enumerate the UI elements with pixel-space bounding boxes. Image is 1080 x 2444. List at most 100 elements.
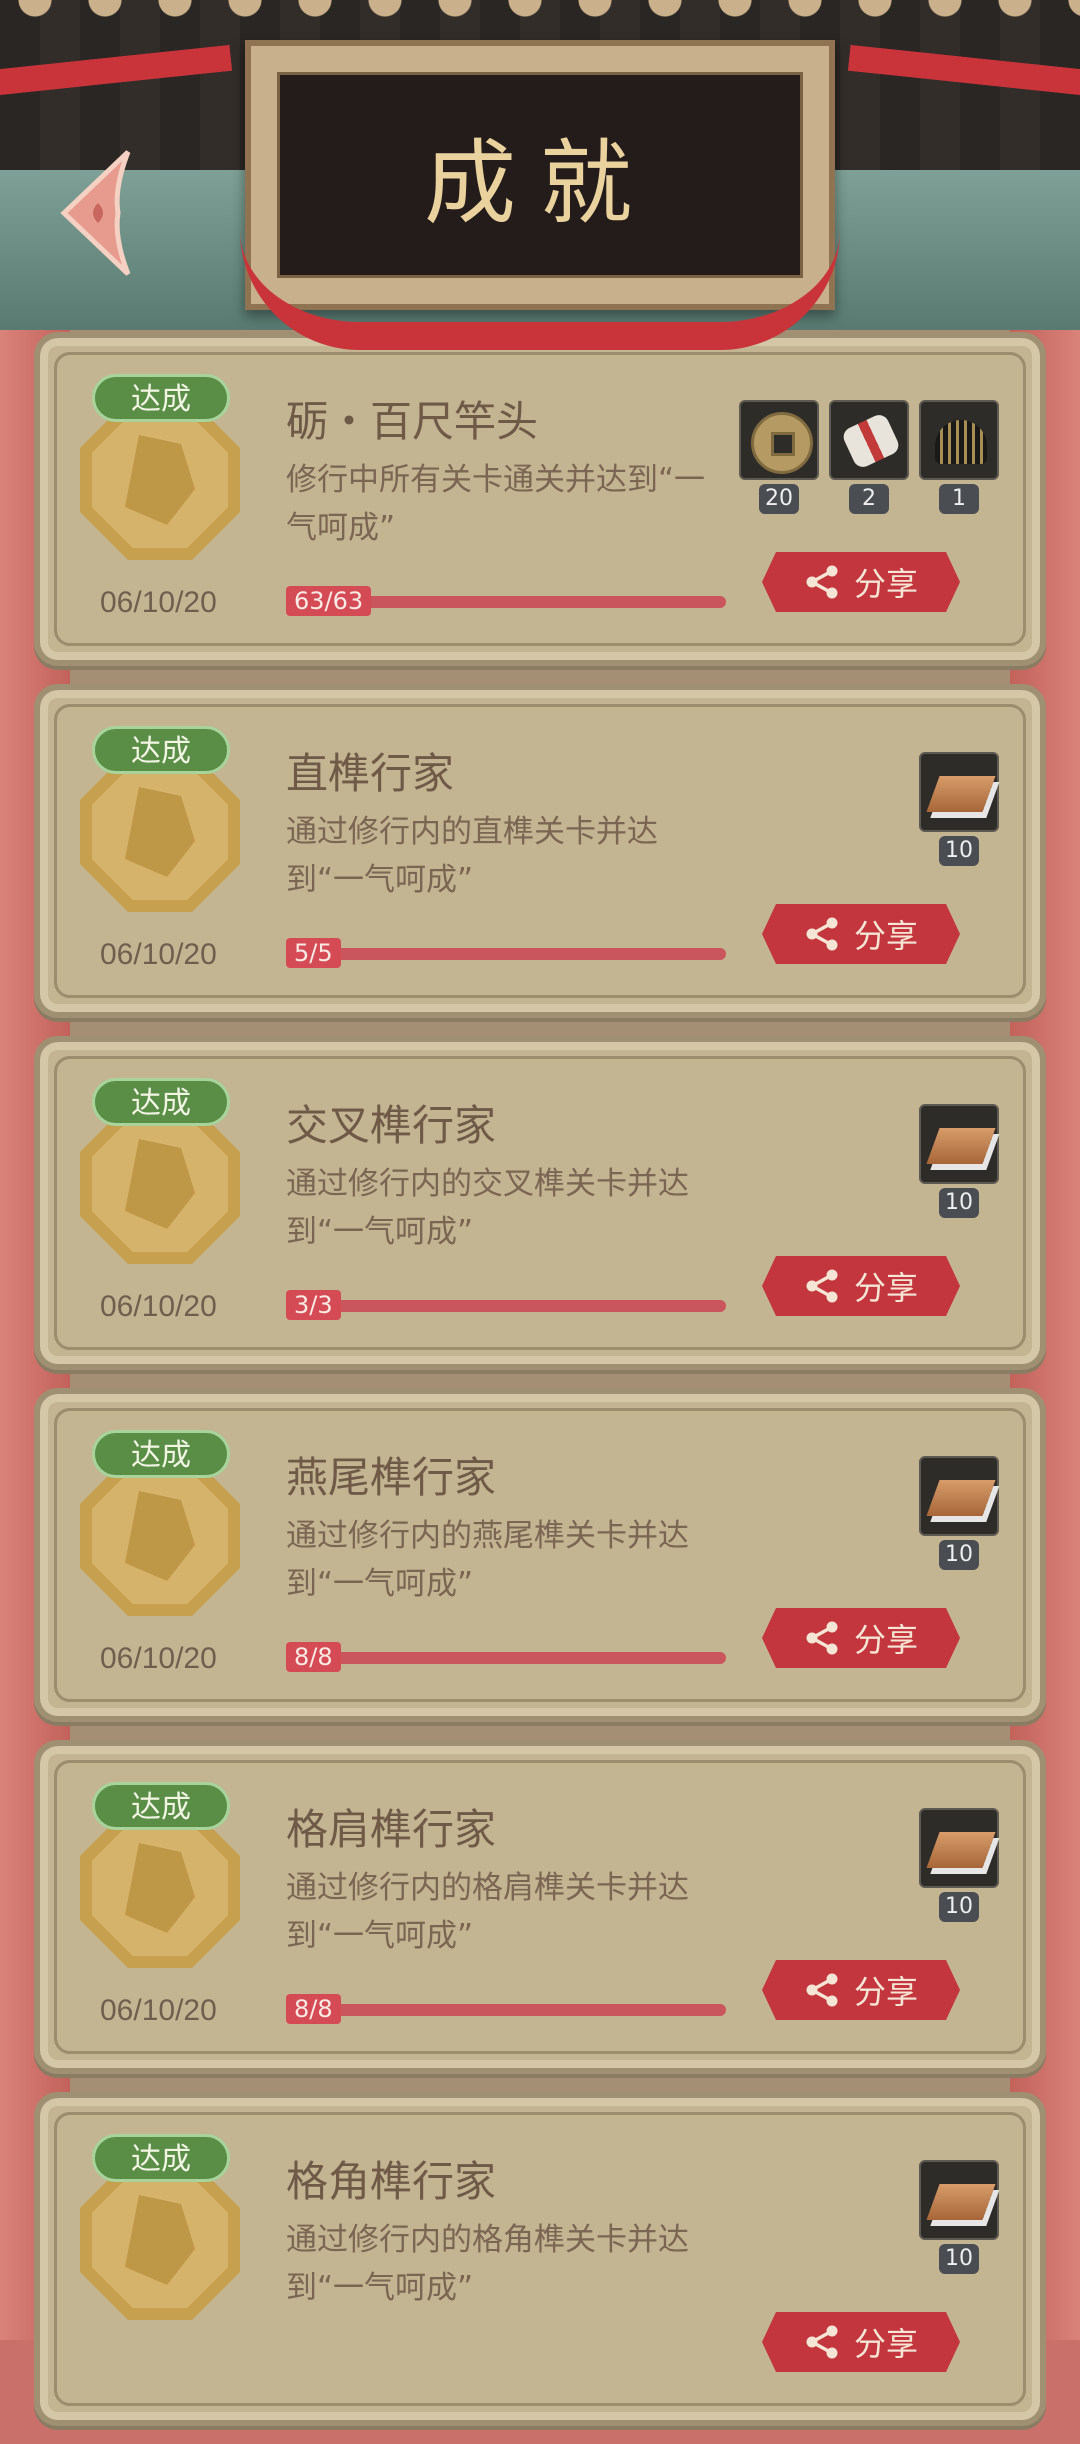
page-title: 成就 [423,129,656,237]
reward-item[interactable]: 1 [918,400,1000,514]
achievement-name: 直榫行家 [286,749,455,798]
share-button[interactable]: 分享 [762,1960,960,2020]
reward-list: 10 [918,1104,1000,1218]
share-button[interactable]: 分享 [762,1608,960,1668]
achievement-name: 燕尾榫行家 [286,1453,497,1502]
cross-tenon-icon [80,1104,240,1264]
share-icon [804,2324,840,2360]
achievement-name: 格角榫行家 [286,2157,497,2206]
achieved-badge: 达成 [92,374,230,422]
achievement-description: 通过修行内的交叉榫关卡并达到“一气呵成” [286,1166,689,1250]
axe-stump-icon [80,400,240,560]
achievement-date: 06/10/20 [100,1642,217,1675]
badge-glyph [125,2195,195,2285]
achievement-date: 06/10/20 [100,586,217,619]
reward-item[interactable]: 2 [828,400,910,514]
achieved-badge: 达成 [92,1078,230,1126]
achievement-description: 通过修行内的格角榫关卡并达到“一气呵成” [286,2222,689,2306]
share-label: 分享 [853,1621,918,1659]
achieved-badge: 达成 [92,1430,230,1478]
share-icon [804,1268,840,1304]
share-icon [804,1620,840,1656]
achievement-date: 06/10/20 [100,1994,217,2027]
share-label: 分享 [853,1269,918,1307]
back-arrow-icon [60,150,131,276]
hat-icon [919,400,999,480]
share-label: 分享 [853,565,918,603]
reward-item[interactable]: 10 [918,1104,1000,1218]
reward-item[interactable]: 10 [918,2160,1000,2274]
curtain-swag [240,230,840,350]
progress-bar [286,2004,726,2016]
reward-count: 1 [939,484,979,514]
share-label: 分享 [853,917,918,955]
shoulder-tenon-icon [80,1808,240,1968]
wood-block-icon [919,752,999,832]
achievement-name: 格肩榫行家 [286,1805,497,1854]
reward-item[interactable]: 10 [918,1456,1000,1570]
achievement-card: 达成 06/10/20 砺・百尺竿头 修行中所有关卡通关并达到“一气呵成” 63… [34,332,1046,666]
progress-label: 8/8 [286,1994,341,2024]
share-button[interactable]: 分享 [762,2312,960,2372]
header: 成就 [0,0,1080,350]
reward-count: 10 [939,2244,979,2274]
reward-item[interactable]: 10 [918,1808,1000,1922]
achievement-date: 06/10/20 [100,938,217,971]
wood-block-icon [919,1456,999,1536]
share-button[interactable]: 分享 [762,904,960,964]
progress-label: 3/3 [286,1290,341,1320]
achievement-description: 通过修行内的燕尾榫关卡并达到“一气呵成” [286,1518,689,1602]
badge-glyph [125,1843,195,1933]
wood-block-icon [919,1104,999,1184]
achievement-name: 交叉榫行家 [286,1101,497,1150]
reward-list: 10 [918,1808,1000,1922]
achievement-card: 达成 06/10/20 交叉榫行家 通过修行内的交叉榫关卡并达到“一气呵成” 3… [34,1036,1046,1370]
progress-label: 5/5 [286,938,341,968]
corner-tenon-icon [80,2160,240,2320]
straight-tenon-icon [80,752,240,912]
roof-eave-decoration [0,0,1080,18]
badge-glyph [125,435,195,525]
share-button[interactable]: 分享 [762,1256,960,1316]
reward-count: 10 [939,1188,979,1218]
back-button[interactable] [58,148,138,278]
dovetail-tenon-icon [80,1456,240,1616]
reward-count: 20 [759,484,799,514]
progress-label: 63/63 [286,586,372,616]
share-label: 分享 [853,1973,918,2011]
share-icon [804,916,840,952]
achievement-card: 达成 格角榫行家 通过修行内的格角榫关卡并达到“一气呵成” 10 分享 [34,2092,1046,2426]
achieved-badge: 达成 [92,2134,230,2182]
achievement-date: 06/10/20 [100,1290,217,1323]
reward-item[interactable]: 10 [918,752,1000,866]
wood-block-icon [919,2160,999,2240]
coin-icon [739,400,819,480]
achievement-card: 达成 06/10/20 格肩榫行家 通过修行内的格肩榫关卡并达到“一气呵成” 8… [34,1740,1046,2074]
reward-item[interactable]: 20 [738,400,820,514]
reward-count: 10 [939,836,979,866]
wood-block-icon [919,1808,999,1888]
share-button[interactable]: 分享 [762,552,960,612]
share-label: 分享 [853,2325,918,2363]
badge-glyph [125,1491,195,1581]
progress-bar [286,948,726,960]
share-icon [804,564,840,600]
badge-glyph [125,1139,195,1229]
achievement-name: 砺・百尺竿头 [286,397,539,446]
achievement-description: 修行中所有关卡通关并达到“一气呵成” [286,462,706,546]
achievement-card: 达成 06/10/20 燕尾榫行家 通过修行内的燕尾榫关卡并达到“一气呵成” 8… [34,1388,1046,1722]
reward-list: 10 [918,752,1000,866]
achievement-description: 通过修行内的格肩榫关卡并达到“一气呵成” [286,1870,689,1954]
progress-bar [286,1300,726,1312]
progress-label: 8/8 [286,1642,341,1672]
share-icon [804,1972,840,2008]
badge-glyph [125,787,195,877]
reward-count: 10 [939,1892,979,1922]
reward-list: 20 2 1 [738,400,1000,514]
reward-count: 2 [849,484,889,514]
progress-bar [286,1652,726,1664]
scroll-icon [829,400,909,480]
achieved-badge: 达成 [92,1782,230,1830]
achieved-badge: 达成 [92,726,230,774]
achievement-list[interactable]: 达成 06/10/20 砺・百尺竿头 修行中所有关卡通关并达到“一气呵成” 63… [34,332,1046,2444]
